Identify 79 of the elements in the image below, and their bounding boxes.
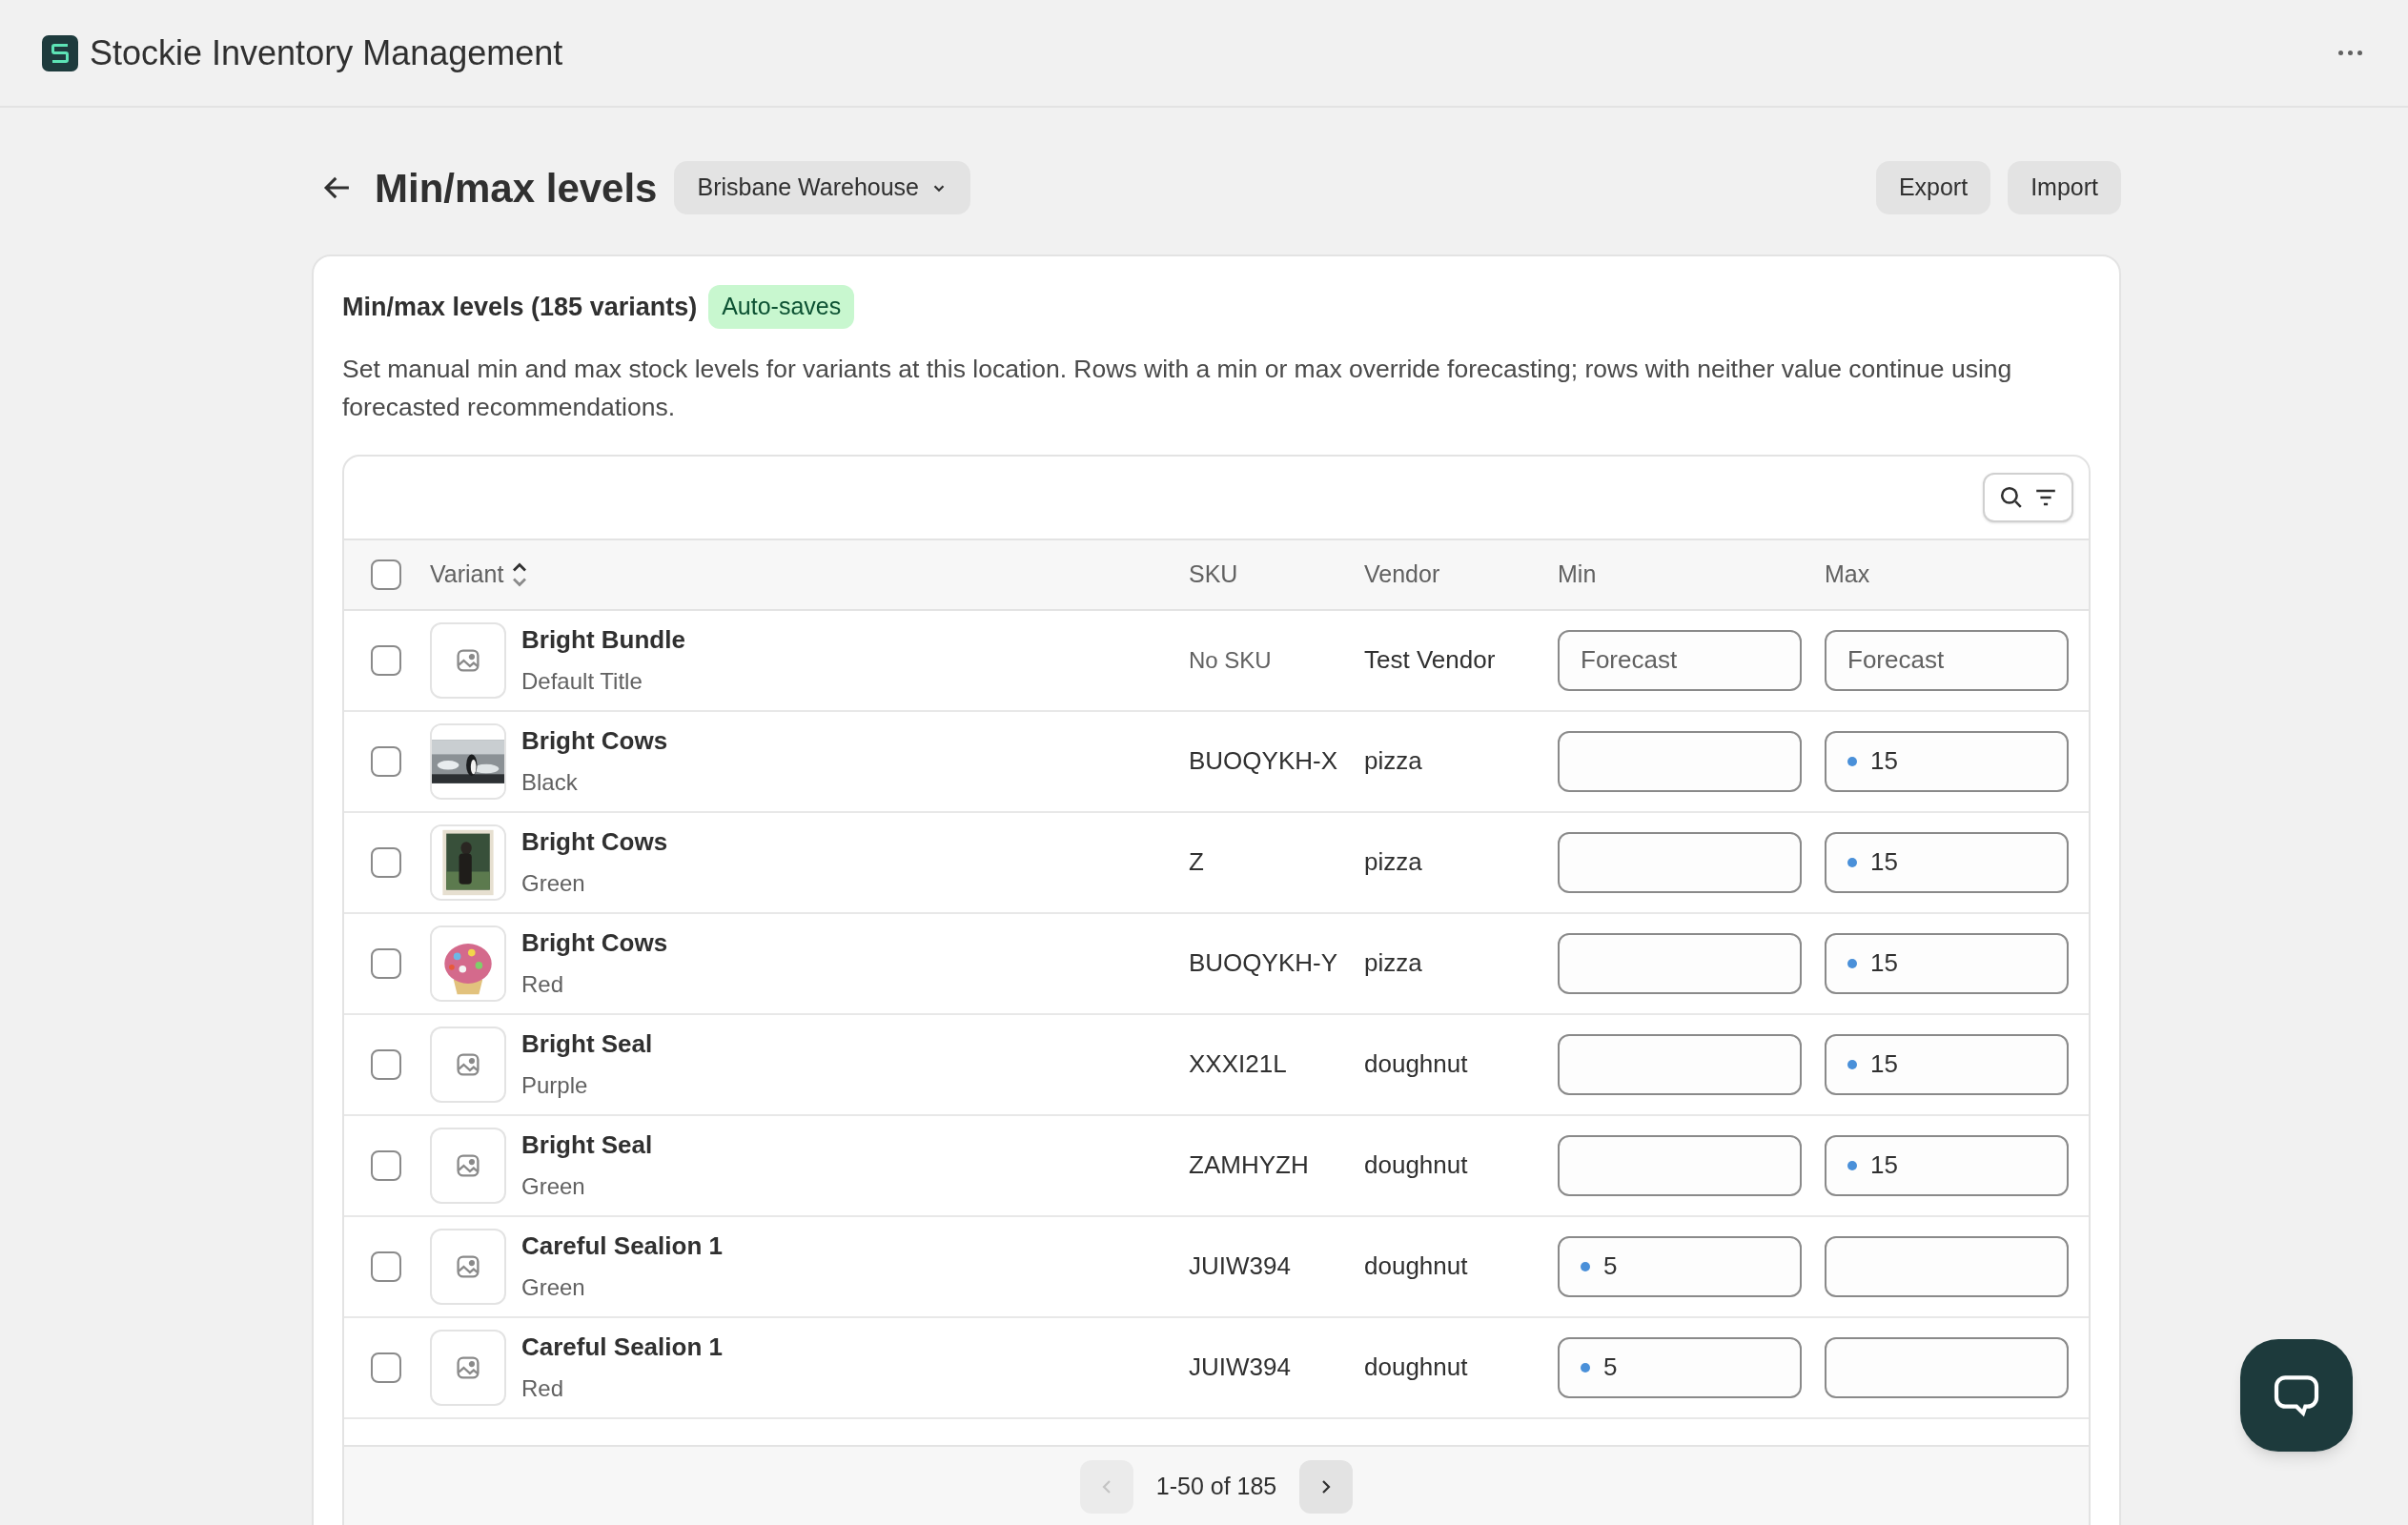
number-field[interactable]: 15 — [1825, 1134, 2069, 1196]
location-dropdown[interactable]: Brisbane Warehouse — [674, 161, 971, 214]
column-header: Max — [1825, 559, 1870, 587]
vendor-text: Test Vendor — [1364, 645, 1496, 674]
page-title: Min/max levels — [375, 164, 658, 213]
image-icon — [456, 647, 480, 673]
logo-icon — [42, 34, 78, 71]
variant-option: Green — [521, 866, 1189, 901]
vendor-text: pizza — [1364, 847, 1422, 876]
number-field[interactable]: 15 — [1825, 730, 2069, 792]
variant-option: Purple — [521, 1068, 1189, 1103]
number-field[interactable] — [1825, 1336, 2069, 1398]
checkbox[interactable] — [371, 1250, 401, 1282]
variant-name: Bright Cows — [521, 725, 669, 757]
variant-option: Green — [521, 1169, 1189, 1204]
card-title: Min/max levels (185 variants) — [342, 291, 698, 323]
column-header[interactable]: Variant — [430, 556, 504, 593]
app-title: Stockie Inventory Management — [90, 31, 563, 74]
vendor-text: doughnut — [1364, 1251, 1468, 1280]
vendor-text: doughnut — [1364, 1150, 1468, 1179]
image-icon — [456, 1152, 480, 1178]
variant-name: Careful Sealion 1 — [521, 1332, 724, 1363]
variant-option: Black — [521, 765, 1189, 800]
variant-name: Bright Cows — [521, 826, 669, 858]
status-badge: Auto-saves — [708, 285, 855, 329]
vendor-text: doughnut — [1364, 1352, 1468, 1381]
number-field[interactable] — [1558, 831, 1802, 893]
page-range: 1-50 of 185 — [1154, 1471, 1278, 1501]
sku-text: JUIW394 — [1189, 1251, 1291, 1280]
variant-name: Bright Seal — [521, 1028, 654, 1060]
sku-text: BUOQYKH-X — [1189, 746, 1338, 775]
checkbox[interactable] — [371, 1048, 401, 1080]
column-header: Min — [1558, 559, 1597, 587]
vendor-text: doughnut — [1364, 1049, 1468, 1078]
column-header: Vendor — [1364, 559, 1440, 587]
number-field[interactable]: Forecast — [1558, 629, 1802, 691]
variant-name: Bright Cows — [521, 927, 669, 959]
number-field[interactable]: 15 — [1825, 932, 2069, 994]
vendor-text: pizza — [1364, 948, 1422, 977]
number-field[interactable]: Forecast — [1825, 629, 2069, 691]
checkbox[interactable] — [371, 1149, 401, 1181]
number-field[interactable]: 5 — [1558, 1336, 1802, 1398]
variant-option: Red — [521, 1372, 1189, 1406]
variant-option: Default Title — [521, 664, 1189, 699]
sku-text: BUOQYKH-Y — [1189, 948, 1338, 977]
sku-text: No SKU — [1189, 646, 1272, 673]
checkbox[interactable] — [371, 846, 401, 878]
number-field[interactable]: 5 — [1558, 1235, 1802, 1297]
checkbox[interactable] — [371, 947, 401, 979]
number-field[interactable] — [1825, 1235, 2069, 1297]
checkbox[interactable] — [371, 1352, 401, 1383]
variant-option: Red — [521, 967, 1189, 1002]
image-icon — [456, 1051, 480, 1077]
number-field[interactable]: 15 — [1825, 1033, 2069, 1095]
image-icon — [456, 1253, 480, 1279]
vendor-text: pizza — [1364, 746, 1422, 775]
search-filter-button[interactable] — [1983, 472, 2073, 522]
sku-text: JUIW394 — [1189, 1352, 1291, 1381]
sku-text: ZAMHYZH — [1189, 1150, 1309, 1179]
checkbox[interactable] — [371, 745, 401, 777]
action-button[interactable]: Import — [2008, 161, 2121, 214]
card-description: Set manual min and max stock levels for variants at this location. Rows with a min or max override forecasting; rows with neither value continue using forecasted recommendations. — [342, 353, 2013, 423]
variant-option: Green — [521, 1271, 1189, 1305]
checkbox[interactable] — [371, 644, 401, 676]
number-field[interactable] — [1558, 932, 1802, 994]
variant-name: Bright Seal — [521, 1129, 654, 1161]
number-field[interactable]: 15 — [1825, 831, 2069, 893]
chat-button[interactable] — [2240, 1339, 2353, 1452]
image-icon — [456, 1354, 480, 1380]
sku-text: XXXI21L — [1189, 1049, 1287, 1078]
sku-text: Z — [1189, 847, 1204, 876]
number-field[interactable] — [1558, 1134, 1802, 1196]
action-button[interactable]: Export — [1875, 161, 1991, 214]
number-field[interactable] — [1558, 1033, 1802, 1095]
number-field[interactable] — [1558, 730, 1802, 792]
checkbox[interactable] — [371, 559, 401, 590]
variant-name: Bright Bundle — [521, 624, 686, 656]
column-header: SKU — [1189, 559, 1238, 587]
variant-name: Careful Sealion 1 — [521, 1230, 724, 1262]
